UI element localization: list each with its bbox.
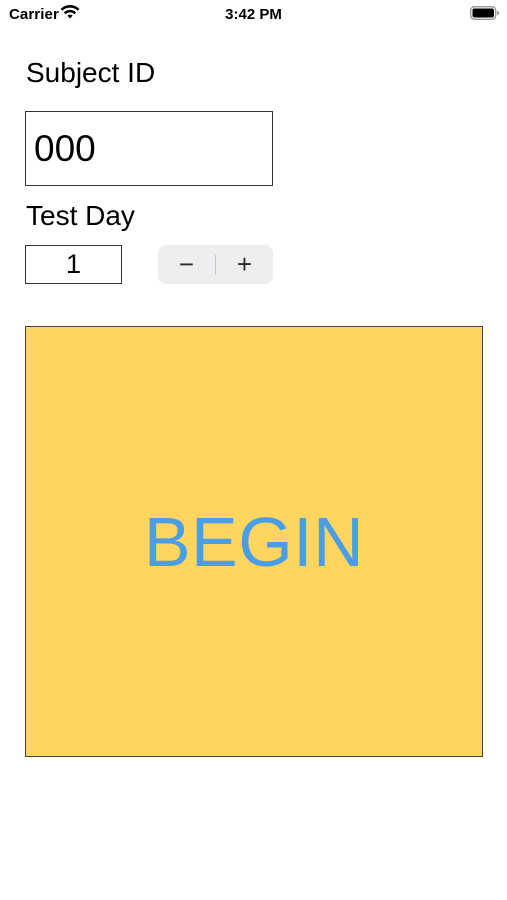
status-bar: Carrier 3:42 PM (0, 0, 507, 28)
subject-id-label: Subject ID (26, 57, 156, 88)
test-day-stepper: − + (158, 245, 273, 284)
increment-button[interactable]: + (216, 245, 273, 284)
subject-id-field[interactable] (25, 111, 273, 186)
begin-button[interactable]: BEGIN (25, 326, 483, 757)
begin-button-label: BEGIN (143, 502, 365, 581)
test-day-value-field[interactable]: 1 (25, 245, 122, 284)
status-time: 3:42 PM (225, 6, 282, 23)
battery-full-icon (470, 6, 499, 20)
test-day-label: Test Day (26, 200, 135, 231)
decrement-button[interactable]: − (158, 245, 215, 284)
